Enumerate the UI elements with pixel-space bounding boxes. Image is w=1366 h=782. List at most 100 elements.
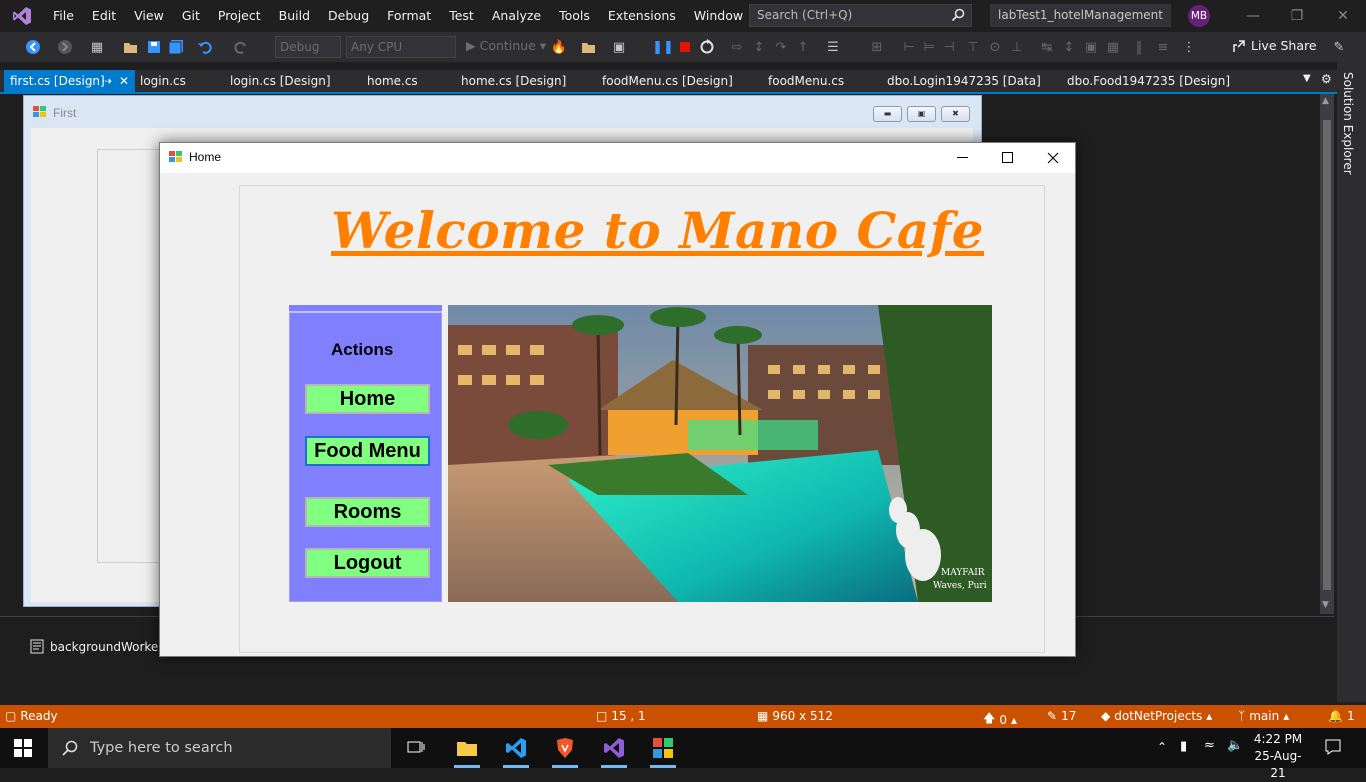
- tab-foodmenu[interactable]: foodMenu.cs: [758, 70, 854, 92]
- winforms-app-icon[interactable]: [651, 736, 675, 760]
- feedback-icon[interactable]: ✎: [1330, 38, 1348, 56]
- align-bottom-icon[interactable]: ⊥: [1008, 38, 1026, 56]
- menu-build[interactable]: Build: [270, 0, 319, 32]
- rooms-button[interactable]: Rooms: [305, 497, 430, 527]
- minimize-icon[interactable]: [940, 143, 985, 173]
- restart-icon[interactable]: [698, 38, 716, 56]
- tab-foodmenu-design[interactable]: foodMenu.cs [Design]: [592, 70, 743, 92]
- scroll-up-icon[interactable]: ▲: [1322, 96, 1329, 106]
- menu-edit[interactable]: Edit: [83, 0, 125, 32]
- taskbar-search-input[interactable]: Type here to search: [48, 728, 391, 768]
- save-icon[interactable]: [145, 38, 163, 56]
- file-explorer-icon[interactable]: [455, 736, 479, 760]
- find-in-files-icon[interactable]: [580, 38, 598, 56]
- menu-tools[interactable]: Tools: [550, 0, 599, 32]
- horizontal-spacing-icon[interactable]: ‖: [1130, 38, 1148, 56]
- menu-project[interactable]: Project: [209, 0, 270, 32]
- same-width-icon[interactable]: ↹: [1038, 38, 1056, 56]
- close-icon[interactable]: [1030, 143, 1075, 173]
- visual-studio-icon[interactable]: [602, 736, 626, 760]
- vertical-scrollbar[interactable]: ▲ ▼: [1320, 94, 1334, 614]
- redo-icon[interactable]: [232, 38, 250, 56]
- run-to-cursor-icon[interactable]: ↑: [794, 38, 812, 56]
- logout-button[interactable]: Logout: [305, 548, 430, 578]
- menu-analyze[interactable]: Analyze: [483, 0, 550, 32]
- tab-order-icon[interactable]: ☰: [824, 38, 842, 56]
- size-to-grid-icon[interactable]: ▦: [1104, 38, 1122, 56]
- home-button[interactable]: Home: [305, 384, 430, 414]
- scroll-thumb[interactable]: [1323, 120, 1331, 590]
- menu-extensions[interactable]: Extensions: [599, 0, 685, 32]
- align-left-icon[interactable]: ⊢: [900, 38, 918, 56]
- scroll-down-icon[interactable]: ▼: [1322, 600, 1329, 610]
- tab-login[interactable]: login.cs: [130, 70, 196, 92]
- hot-reload-icon[interactable]: 🔥: [550, 38, 568, 56]
- menu-format[interactable]: Format: [378, 0, 440, 32]
- step-out-icon[interactable]: ↷: [772, 38, 790, 56]
- minimize-icon[interactable]: ▬: [873, 106, 902, 122]
- new-item-icon[interactable]: ▦: [88, 38, 106, 56]
- same-size-icon[interactable]: ▣: [1082, 38, 1100, 56]
- restore-icon[interactable]: ❐: [1274, 0, 1320, 32]
- chevron-up-icon[interactable]: ⌃: [1157, 740, 1167, 754]
- menu-window[interactable]: Window: [685, 0, 752, 32]
- config-select[interactable]: Debug: [275, 36, 341, 58]
- pending-edits[interactable]: ✎ 17: [1047, 709, 1076, 723]
- tab-home-design[interactable]: home.cs [Design]: [451, 70, 576, 92]
- pin-icon[interactable]: ⇢: [102, 70, 112, 92]
- menu-test[interactable]: Test: [440, 0, 483, 32]
- same-height-icon[interactable]: ↕: [1060, 38, 1078, 56]
- align-top-icon[interactable]: ⊤: [964, 38, 982, 56]
- vertical-spacing-icon[interactable]: ≡: [1154, 38, 1172, 56]
- screenshot-icon[interactable]: ▣: [610, 38, 628, 56]
- tab-login-design[interactable]: login.cs [Design]: [220, 70, 341, 92]
- step-into-icon[interactable]: ↕: [750, 38, 768, 56]
- menu-file[interactable]: File: [44, 0, 83, 32]
- push-count[interactable]: 🡅 0 ▴: [983, 709, 1017, 730]
- stop-icon[interactable]: [676, 38, 694, 56]
- back-icon[interactable]: [24, 38, 42, 56]
- food-menu-button[interactable]: Food Menu: [305, 436, 430, 466]
- tab-home[interactable]: home.cs: [357, 70, 428, 92]
- tab-first-design[interactable]: first.cs [Design] ⇢ ✕: [4, 70, 135, 92]
- battery-icon[interactable]: ▮: [1180, 739, 1187, 754]
- background-worker-component[interactable]: backgroundWorker1: [30, 639, 171, 655]
- brave-browser-icon[interactable]: [553, 736, 577, 760]
- step-over-icon[interactable]: ⇨: [728, 38, 746, 56]
- save-all-icon[interactable]: [167, 38, 185, 56]
- notification-center-icon[interactable]: [1324, 738, 1342, 759]
- solution-explorer-tab[interactable]: Solution Explorer: [1337, 62, 1366, 702]
- notifications[interactable]: 🔔 1: [1328, 709, 1355, 723]
- menu-git[interactable]: Git: [173, 0, 209, 32]
- live-share-button[interactable]: Live Share: [1232, 38, 1317, 53]
- continue-button[interactable]: ▶ Continue ▾: [466, 38, 546, 53]
- tab-login-data[interactable]: dbo.Login1947235 [Data]: [877, 70, 1051, 92]
- visual-studio-logo-icon[interactable]: [0, 0, 44, 32]
- windows-start-icon[interactable]: [14, 739, 32, 760]
- close-icon[interactable]: ✕: [119, 70, 129, 92]
- open-folder-icon[interactable]: [122, 38, 140, 56]
- align-right-icon[interactable]: ⊣: [940, 38, 958, 56]
- tab-food-design[interactable]: dbo.Food1947235 [Design]: [1057, 70, 1240, 92]
- close-icon[interactable]: ✖: [941, 106, 970, 122]
- volume-icon[interactable]: 🔈: [1227, 738, 1243, 753]
- maximize-icon[interactable]: [985, 143, 1030, 173]
- platform-select[interactable]: Any CPU: [346, 36, 456, 58]
- forward-icon[interactable]: [56, 38, 74, 56]
- home-titlebar[interactable]: Home: [160, 143, 1075, 173]
- align-center-icon[interactable]: ⊨: [920, 38, 938, 56]
- close-icon[interactable]: ✕: [1320, 0, 1366, 32]
- branch[interactable]: ᛉ main ▴: [1238, 709, 1289, 723]
- minimize-icon[interactable]: —: [1230, 0, 1276, 32]
- undo-icon[interactable]: [196, 38, 214, 56]
- menu-view[interactable]: View: [125, 0, 173, 32]
- vscode-icon[interactable]: [504, 736, 528, 760]
- align-middle-icon[interactable]: ⊙: [986, 38, 1004, 56]
- repository[interactable]: ◆ dotNetProjects ▴: [1101, 709, 1212, 723]
- clock[interactable]: 4:22 PM 25-Aug-21: [1249, 731, 1307, 782]
- pause-icon[interactable]: ❚❚: [652, 38, 674, 56]
- maximize-icon[interactable]: ▣: [907, 106, 936, 122]
- toolbar-overflow-icon[interactable]: ⋮: [1180, 38, 1198, 56]
- search-input[interactable]: Search (Ctrl+Q): [749, 4, 972, 27]
- gear-icon[interactable]: ⚙: [1321, 72, 1332, 86]
